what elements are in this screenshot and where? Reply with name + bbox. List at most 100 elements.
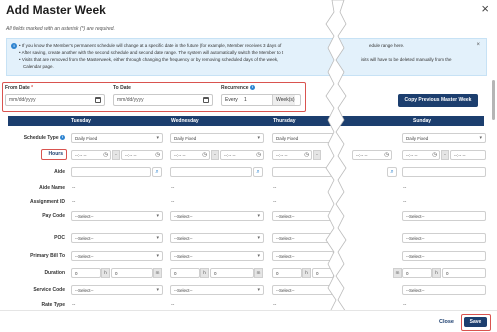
- clock-icon[interactable]: ◷: [384, 152, 389, 158]
- close-icon[interactable]: ×: [481, 2, 489, 16]
- assignment-id-value-sunday: --: [403, 199, 407, 205]
- end-time-input-saturday[interactable]: --:-- -- ◷: [352, 150, 392, 160]
- search-icon[interactable]: ⌕: [253, 167, 263, 177]
- duration-hours-wednesday[interactable]: 0: [170, 268, 200, 278]
- aide-input-sunday[interactable]: [402, 167, 486, 177]
- schedule-type-select-tuesday[interactable]: Daily Fixed ▾: [71, 133, 163, 143]
- minutes-unit: m: [153, 268, 162, 278]
- modal-header: Add Master Week ×: [0, 0, 497, 22]
- every-label: Every: [225, 97, 238, 103]
- hours-unit: h: [302, 268, 311, 278]
- minutes-unit: m: [393, 268, 402, 278]
- chevron-down-icon: ▾: [156, 235, 159, 241]
- chevron-down-icon: ▾: [156, 213, 159, 219]
- aide-name-value-wednesday: --: [171, 185, 175, 191]
- duration-minutes-sunday[interactable]: 0: [442, 268, 486, 278]
- primary-bill-to-select-sunday[interactable]: --Select--: [402, 251, 486, 261]
- hours-unit: h: [200, 268, 209, 278]
- clock-icon[interactable]: ◷: [304, 152, 309, 158]
- duration-hours-sunday[interactable]: 0: [402, 268, 432, 278]
- torn-edge: [325, 0, 347, 332]
- time-separator: -: [211, 150, 219, 160]
- poc-select-wednesday[interactable]: --Select-- ▾: [170, 233, 264, 243]
- minutes-unit: m: [254, 268, 263, 278]
- pay-code-select-wednesday[interactable]: --Select-- ▾: [170, 211, 264, 221]
- every-value[interactable]: 1: [244, 97, 247, 103]
- service-code-select-wednesday[interactable]: --Select-- ▾: [170, 285, 264, 295]
- from-date-label: From Date *: [5, 85, 34, 91]
- modal-footer: Close Save: [0, 310, 497, 332]
- primary-bill-to-select-tuesday[interactable]: --Select-- ▾: [71, 251, 163, 261]
- info-icon: i: [11, 43, 17, 49]
- start-time-input-sunday[interactable]: --:-- -- ◷: [402, 150, 440, 160]
- save-button[interactable]: Save: [464, 317, 487, 327]
- from-date-input[interactable]: mm/dd/yyyy: [5, 94, 105, 106]
- aide-input-wednesday[interactable]: [170, 167, 252, 177]
- search-icon[interactable]: ⌕: [387, 167, 397, 177]
- end-time-input-sunday[interactable]: --:-- --: [450, 150, 486, 160]
- clock-icon[interactable]: ◷: [432, 152, 437, 158]
- primary-bill-to-select-wednesday[interactable]: --Select-- ▾: [170, 251, 264, 261]
- pay-code-select-sunday[interactable]: --Select--: [402, 211, 486, 221]
- schedule-type-select-wednesday[interactable]: Daily Fixed ▾: [170, 133, 264, 143]
- service-code-select-sunday[interactable]: --Select--: [402, 285, 486, 295]
- day-header-tuesday: Tuesday: [71, 118, 91, 124]
- duration-label: Duration: [44, 270, 65, 276]
- info-icon[interactable]: i: [60, 135, 65, 141]
- aide-name-label: Aide Name: [39, 185, 65, 191]
- to-date-input[interactable]: mm/dd/yyyy: [113, 94, 213, 106]
- start-time-input-tuesday[interactable]: --:-- -- ◷: [71, 150, 111, 160]
- assignment-id-value-wednesday: --: [171, 199, 175, 205]
- poc-select-sunday[interactable]: --Select--: [402, 233, 486, 243]
- hours-label: Hours: [48, 151, 63, 157]
- duration-minutes-wednesday[interactable]: 0: [210, 268, 254, 278]
- info-icon[interactable]: i: [249, 85, 255, 91]
- chevron-down-icon: ▾: [257, 253, 260, 259]
- calendar-icon[interactable]: [95, 97, 101, 103]
- rate-type-value-wednesday: --: [171, 302, 175, 308]
- duration-minutes-tuesday[interactable]: 0: [111, 268, 153, 278]
- info-alert: i • If you know the Member's permanent s…: [6, 38, 487, 76]
- calendar-icon[interactable]: [203, 97, 209, 103]
- day-header-sunday: Sunday: [413, 118, 432, 124]
- clock-icon[interactable]: ◷: [155, 152, 160, 158]
- poc-select-tuesday[interactable]: --Select-- ▾: [71, 233, 163, 243]
- assignment-id-label: Assignment ID: [29, 199, 65, 205]
- search-icon[interactable]: ⌕: [152, 167, 162, 177]
- clock-icon[interactable]: ◷: [256, 152, 261, 158]
- aide-label: Aide: [54, 169, 65, 175]
- end-time-input-tuesday[interactable]: --:-- -- ◷: [121, 150, 163, 160]
- time-separator: -: [441, 150, 449, 160]
- service-code-label: Service Code: [33, 287, 65, 293]
- rate-type-value-thursday: --: [273, 302, 277, 308]
- clock-icon[interactable]: ◷: [202, 152, 207, 158]
- info-close-icon[interactable]: ×: [476, 42, 480, 48]
- recurrence-input[interactable]: Every 1 Week(s): [221, 94, 301, 106]
- aide-name-value-tuesday: --: [72, 185, 76, 191]
- duration-hours-tuesday[interactable]: 0: [71, 268, 101, 278]
- aide-name-value-thursday: --: [273, 185, 277, 191]
- info-line-1: • If you know the Member's permanent sch…: [19, 43, 282, 48]
- required-note: All fields marked with an asterisk (*) a…: [6, 26, 115, 32]
- info-line-1-end: edule range here.: [369, 43, 405, 48]
- chevron-down-icon: ▾: [156, 135, 159, 141]
- end-time-input-wednesday[interactable]: --:-- -- ◷: [220, 150, 264, 160]
- day-header-thursday: Thursday: [273, 118, 296, 124]
- primary-bill-to-label: Primary Bill To: [30, 253, 65, 259]
- scrollbar[interactable]: [492, 80, 495, 120]
- save-highlight: Save: [461, 314, 491, 331]
- copy-previous-master-week-button[interactable]: Copy Previous Master Week: [398, 94, 478, 107]
- duration-hours-thursday[interactable]: 0: [272, 268, 302, 278]
- start-time-input-thursday[interactable]: --:-- -- ◷: [272, 150, 312, 160]
- clock-icon[interactable]: ◷: [103, 152, 108, 158]
- service-code-select-tuesday[interactable]: --Select-- ▾: [71, 285, 163, 295]
- chevron-down-icon: ▾: [156, 253, 159, 259]
- time-separator: -: [313, 150, 321, 160]
- pay-code-select-tuesday[interactable]: --Select-- ▾: [71, 211, 163, 221]
- aide-input-tuesday[interactable]: [71, 167, 151, 177]
- recurrence-label: Recurrence i: [221, 85, 255, 91]
- schedule-type-select-sunday[interactable]: Daily Fixed ▾: [402, 133, 486, 143]
- start-time-input-wednesday[interactable]: --:-- -- ◷: [170, 150, 210, 160]
- info-line-3-end: isits will have to be deleted manually f…: [361, 57, 452, 62]
- close-button[interactable]: Close: [439, 319, 454, 325]
